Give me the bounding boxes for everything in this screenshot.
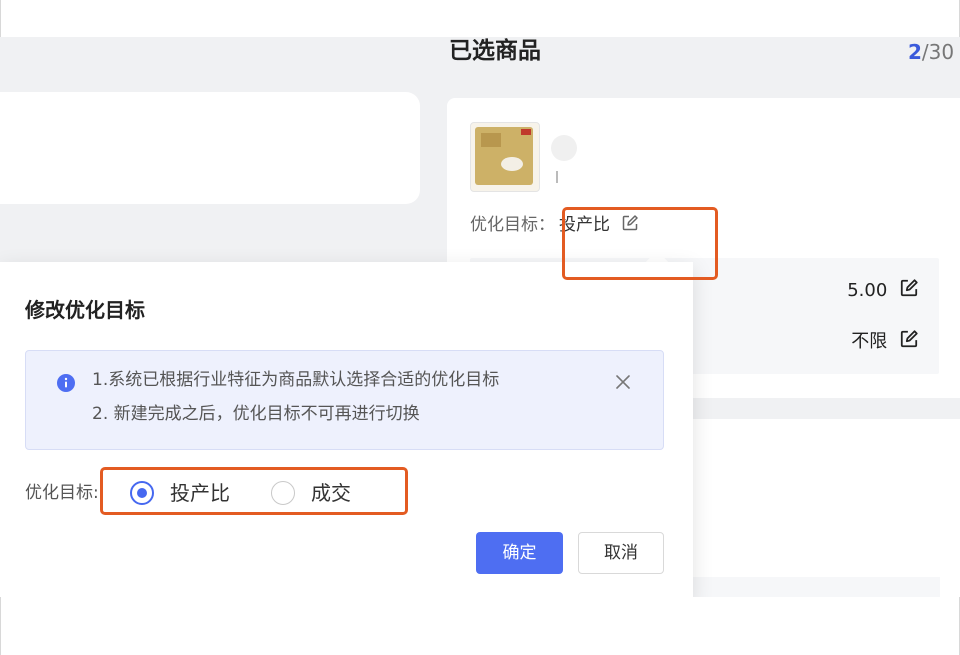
product-thumbnail[interactable] <box>470 122 540 192</box>
product-image <box>475 127 533 185</box>
radio-roi-label: 投产比 <box>170 481 230 505</box>
goal-radio-label: 优化目标: <box>25 483 99 503</box>
product-subtitle-stub <box>556 171 558 183</box>
limit-row: 不限 <box>851 329 919 357</box>
radio-checked-icon <box>130 481 154 505</box>
optimization-goal-label: 优化目标： <box>470 215 555 235</box>
left-card <box>0 92 420 204</box>
selected-count-total: /30 <box>921 40 955 64</box>
tip-box: 1.系统已根据行业特征为商品默认选择合适的优化目标 2. 新建完成之后，优化目标… <box>25 350 664 450</box>
optimization-goal-value: 投产比 <box>559 215 610 235</box>
radio-deal[interactable]: 成交 <box>271 478 351 508</box>
product-title-stub <box>551 135 577 161</box>
close-icon[interactable] <box>614 373 632 395</box>
bid-value: 5.00 <box>847 280 888 301</box>
edit-icon[interactable] <box>899 329 919 357</box>
selected-count: 2/30 <box>908 39 954 65</box>
info-icon <box>56 373 76 397</box>
selected-count-current: 2 <box>908 40 922 64</box>
goal-radio-row: 优化目标: 投产比 成交 <box>25 478 351 508</box>
radio-deal-label: 成交 <box>311 481 351 505</box>
radio-roi[interactable]: 投产比 <box>130 478 230 508</box>
cancel-button[interactable]: 取消 <box>578 532 664 574</box>
tip-line-2: 2. 新建完成之后，优化目标不可再进行切换 <box>92 404 420 424</box>
tip-line-1: 1.系统已根据行业特征为商品默认选择合适的优化目标 <box>92 370 500 390</box>
limit-value: 不限 <box>851 331 888 352</box>
confirm-button[interactable]: 确定 <box>476 532 563 574</box>
edit-icon[interactable] <box>621 214 639 240</box>
bid-row: 5.00 <box>847 278 919 306</box>
edit-icon[interactable] <box>899 278 919 306</box>
radio-unchecked-icon <box>271 481 295 505</box>
selected-products-title: 已选商品 <box>449 38 541 64</box>
modify-goal-popover: 修改优化目标 1.系统已根据行业特征为商品默认选择合适的优化目标 2. 新建完成… <box>0 262 693 597</box>
optimization-goal-row: 优化目标： 投产比 <box>470 212 639 238</box>
app-viewport: 已选商品 2/30 优化目标： 投产比 5.00 不限 修改优化目标 1.系统已… <box>0 37 960 597</box>
popover-title: 修改优化目标 <box>25 298 145 322</box>
